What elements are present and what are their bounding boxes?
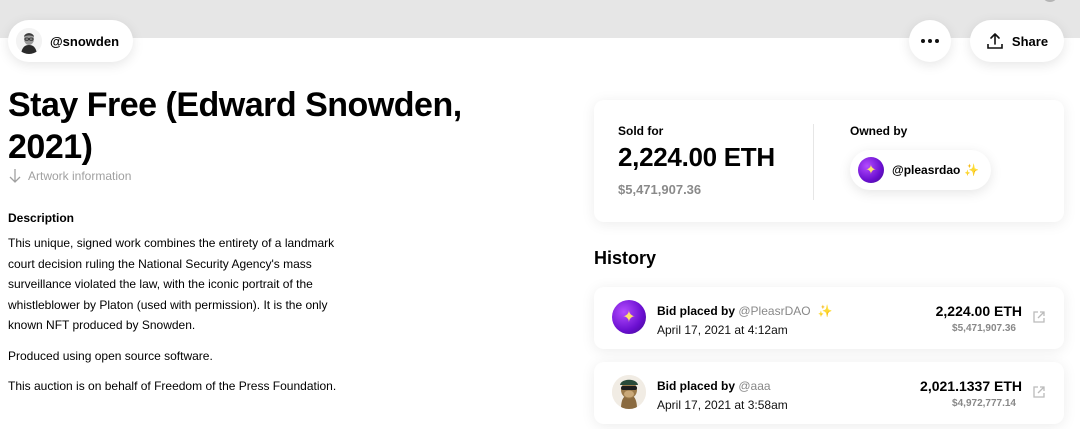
owned-by-label: Owned by (850, 124, 908, 138)
description-body: This unique, signed work combines the en… (8, 233, 353, 407)
history-user-link[interactable]: @PleasrDAO (738, 304, 810, 318)
artwork-title: Stay Free (Edward Snowden, 2021) (8, 86, 462, 166)
artwork-information-label: Artwork information (28, 169, 132, 183)
share-label: Share (1011, 33, 1049, 49)
ellipsis-icon (921, 39, 939, 43)
history-amount-usd: $4,972,777.14 (952, 398, 1016, 409)
history-amount-usd: $5,471,907.36 (952, 323, 1016, 334)
arrow-down-icon (9, 169, 21, 183)
history-row[interactable]: Bid placed by @aaa April 17, 2021 at 3:5… (594, 362, 1064, 424)
history-amount-eth: 2,224.00 ETH (935, 303, 1022, 319)
creator-pill[interactable]: @snowden (8, 20, 134, 62)
history-heading: History (594, 248, 657, 268)
divider (813, 124, 814, 200)
artwork-information-link[interactable]: Artwork information (8, 168, 131, 184)
description-paragraph: Produced using open source software. (8, 348, 213, 363)
sparkle-icon: ✨ (817, 304, 833, 318)
ape-avatar-icon (612, 375, 646, 409)
creator-handle: @snowden (50, 33, 120, 49)
history-action-label: Bid placed by (657, 304, 736, 318)
history-action-label: Bid placed by (657, 379, 736, 393)
description-heading: Description (8, 211, 75, 225)
owner-handle: @pleasrdao (892, 163, 961, 177)
history-action: Bid placed by @aaa (657, 379, 771, 393)
pleasrdao-avatar-icon: ✦ (858, 157, 884, 183)
history-row[interactable]: ✦ Bid placed by @PleasrDAO ✨ April 17, 2… (594, 287, 1064, 349)
share-button[interactable]: Share (970, 20, 1064, 62)
external-link-icon[interactable] (1032, 310, 1046, 324)
pleasrdao-avatar-icon: ✦ (612, 300, 646, 334)
sale-summary-card: Sold for 2,224.00 ETH $5,471,907.36 Owne… (594, 100, 1064, 222)
snowden-portrait-icon (16, 28, 42, 54)
sparkle-icon: ✨ (964, 163, 980, 177)
sold-for-label: Sold for (618, 124, 664, 138)
description-paragraph: This auction is on behalf of Freedom of … (8, 379, 337, 393)
owner-pill[interactable]: ✦ @pleasrdao ✨ (850, 150, 992, 190)
sold-price-eth: 2,224.00 ETH (618, 142, 775, 172)
more-options-button[interactable] (909, 20, 951, 62)
history-action: Bid placed by @PleasrDAO ✨ (657, 304, 833, 318)
history-date: April 17, 2021 at 4:12am (657, 323, 788, 337)
external-link-icon[interactable] (1032, 385, 1046, 399)
history-user-link[interactable]: @aaa (738, 379, 770, 393)
history-date: April 17, 2021 at 3:58am (657, 398, 788, 412)
sold-price-usd: $5,471,907.36 (618, 182, 702, 197)
history-amount-eth: 2,021.1337 ETH (920, 378, 1022, 394)
upload-icon (987, 33, 1003, 49)
description-paragraph: This unique, signed work combines the en… (8, 236, 335, 332)
